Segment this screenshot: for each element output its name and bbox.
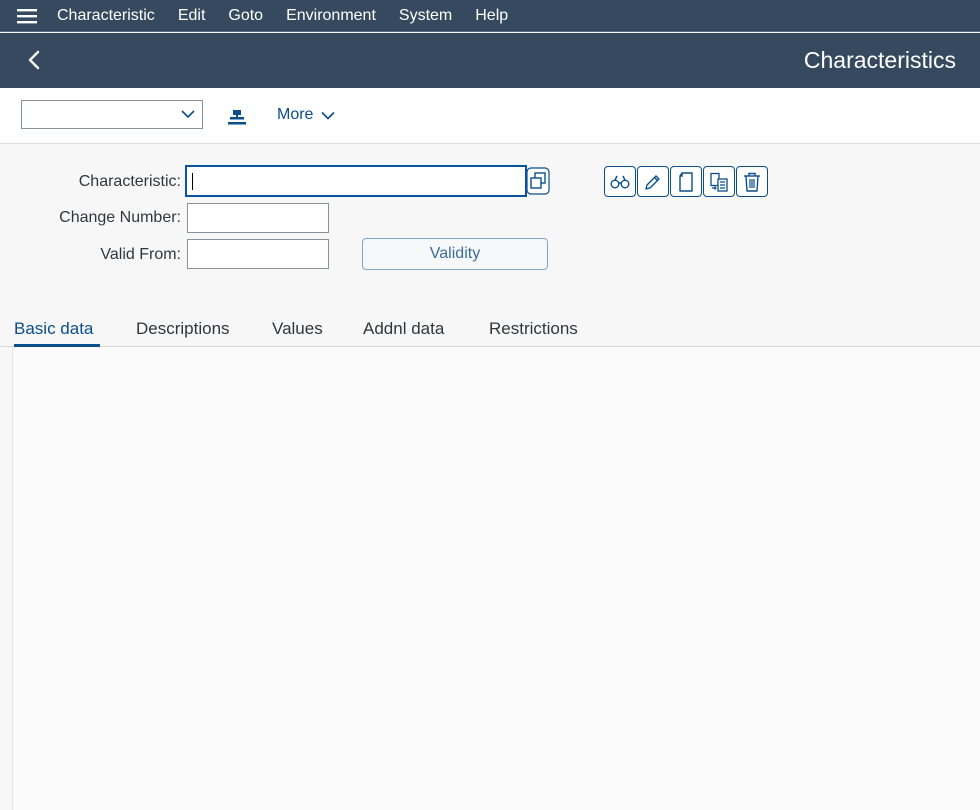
validity-button[interactable]: Validity	[362, 238, 548, 270]
edit-button[interactable]	[637, 166, 669, 197]
tab-strip: Basic data Descriptions Values Addnl dat…	[0, 312, 980, 347]
page-title: Characteristics	[803, 47, 956, 73]
tab-restrictions[interactable]: Restrictions	[489, 318, 578, 340]
create-icon	[679, 171, 693, 192]
delete-icon	[744, 172, 760, 192]
menu-goto[interactable]: Goto	[228, 0, 263, 32]
menu-bar: Characteristic Edit Goto Environment Sys…	[0, 0, 980, 32]
back-icon	[28, 50, 40, 70]
back-button[interactable]	[20, 45, 48, 75]
tab-addnl-data[interactable]: Addnl data	[363, 318, 444, 340]
delete-button[interactable]	[736, 166, 768, 197]
valid-from-input[interactable]	[187, 239, 329, 269]
display-button[interactable]	[604, 166, 636, 197]
characteristic-label: Characteristic:	[78, 173, 181, 190]
tab-descriptions[interactable]: Descriptions	[136, 318, 230, 340]
text-caret	[192, 173, 193, 190]
hierarchy-icon[interactable]	[226, 107, 248, 129]
copy-from-button[interactable]	[703, 166, 735, 197]
menu-icon[interactable]	[0, 0, 54, 32]
value-help-icon[interactable]	[526, 167, 550, 195]
menu-edit[interactable]: Edit	[178, 0, 206, 32]
characteristic-input[interactable]	[185, 165, 527, 197]
tab-content-pane	[12, 347, 980, 810]
more-button[interactable]: More	[277, 106, 336, 124]
title-bar: Characteristics	[0, 33, 980, 88]
edit-icon	[645, 174, 660, 190]
display-icon	[610, 175, 630, 188]
tab-basic-data[interactable]: Basic data	[14, 318, 93, 340]
command-dropdown[interactable]	[21, 100, 203, 129]
valid-from-label: Valid From:	[100, 246, 181, 263]
change-number-label: Change Number:	[59, 209, 181, 226]
create-button[interactable]	[670, 166, 702, 197]
menu-environment[interactable]: Environment	[286, 0, 376, 32]
copy-from-icon	[710, 172, 728, 192]
more-label: More	[277, 106, 314, 123]
menu-characteristic[interactable]: Characteristic	[57, 0, 155, 32]
change-number-input[interactable]	[187, 203, 329, 233]
chevron-down-icon	[321, 111, 336, 120]
tab-values[interactable]: Values	[272, 318, 323, 340]
menu-help[interactable]: Help	[475, 0, 508, 32]
menu-system[interactable]: System	[399, 0, 452, 32]
toolbar: More	[0, 88, 980, 144]
chevron-down-icon	[181, 110, 195, 119]
